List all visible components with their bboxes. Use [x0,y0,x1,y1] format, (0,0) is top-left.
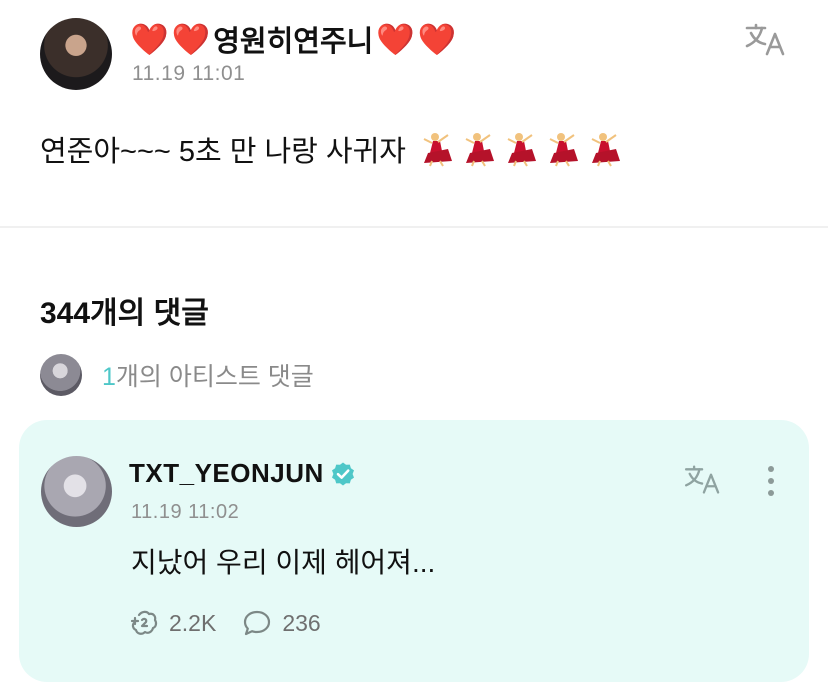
reply-count: 236 [282,609,321,636]
section-divider [0,226,828,228]
heart-emoji: ❤️ [130,21,169,57]
post: ❤️ ❤️ 영원히연주니 ❤️ ❤️ 11.19 11:01 연준아~~~ 5초… [0,0,828,226]
artist-comment-card: TXT_YEONJUN 11.19 11:02 지났어 우리 이제 헤어져... [19,420,809,682]
heart-emoji: ❤️ [171,21,211,57]
heart-emoji: ❤️ [376,21,415,57]
comment-author-name[interactable]: TXT_YEONJUN [129,458,356,489]
comment-actions: 2.2K 236 [129,608,347,638]
translate-icon[interactable] [744,22,788,58]
artist-comments-count: 1 [102,363,116,391]
reply-button[interactable]: 236 [242,608,321,638]
post-timestamp: 11.19 11:01 [132,62,246,85]
artist-comments-filter[interactable]: 1개의 아티스트 댓글 [40,353,314,397]
post-body-text: 연준아~~~ 5초 만 나랑 사귀자 [40,136,406,168]
artist-comments-text: 개의 아티스트 댓글 [115,363,314,391]
like-button[interactable]: 2.2K [129,608,216,638]
like-count: 2.2K [169,609,217,636]
like-icon [130,610,158,635]
post-author-name-text: 영원히연주니 [213,26,374,58]
comment-body-text: 지났어 우리 이제 헤어져... [131,547,436,578]
comment-bubble-icon [244,610,271,636]
dancer-emoji-icon [507,133,536,167]
dancer-emoji-icon [423,133,452,167]
comments-count-title: 344개의 댓글 [40,297,209,330]
comment-author-name-text: TXT_YEONJUN [129,458,324,488]
dancer-emoji-icon [549,133,578,167]
post-author-avatar[interactable] [40,18,112,90]
dancer-emoji-icon [591,133,620,167]
comment-timestamp: 11.19 11:02 [131,501,240,523]
verified-badge-icon [331,462,354,485]
heart-emoji: ❤️ [417,21,457,57]
post-author-name[interactable]: ❤️ ❤️ 영원히연주니 ❤️ ❤️ [130,18,457,60]
artist-comments-label: 1개의 아티스트 댓글 [102,357,314,393]
more-options-icon[interactable] [761,464,781,498]
artist-avatar [40,354,82,396]
comment-author-avatar[interactable] [41,456,112,527]
translate-icon[interactable] [683,464,723,496]
post-body: 연준아~~~ 5초 만 나랑 사귀자 [40,128,622,170]
dancer-emoji-icon [465,133,494,167]
